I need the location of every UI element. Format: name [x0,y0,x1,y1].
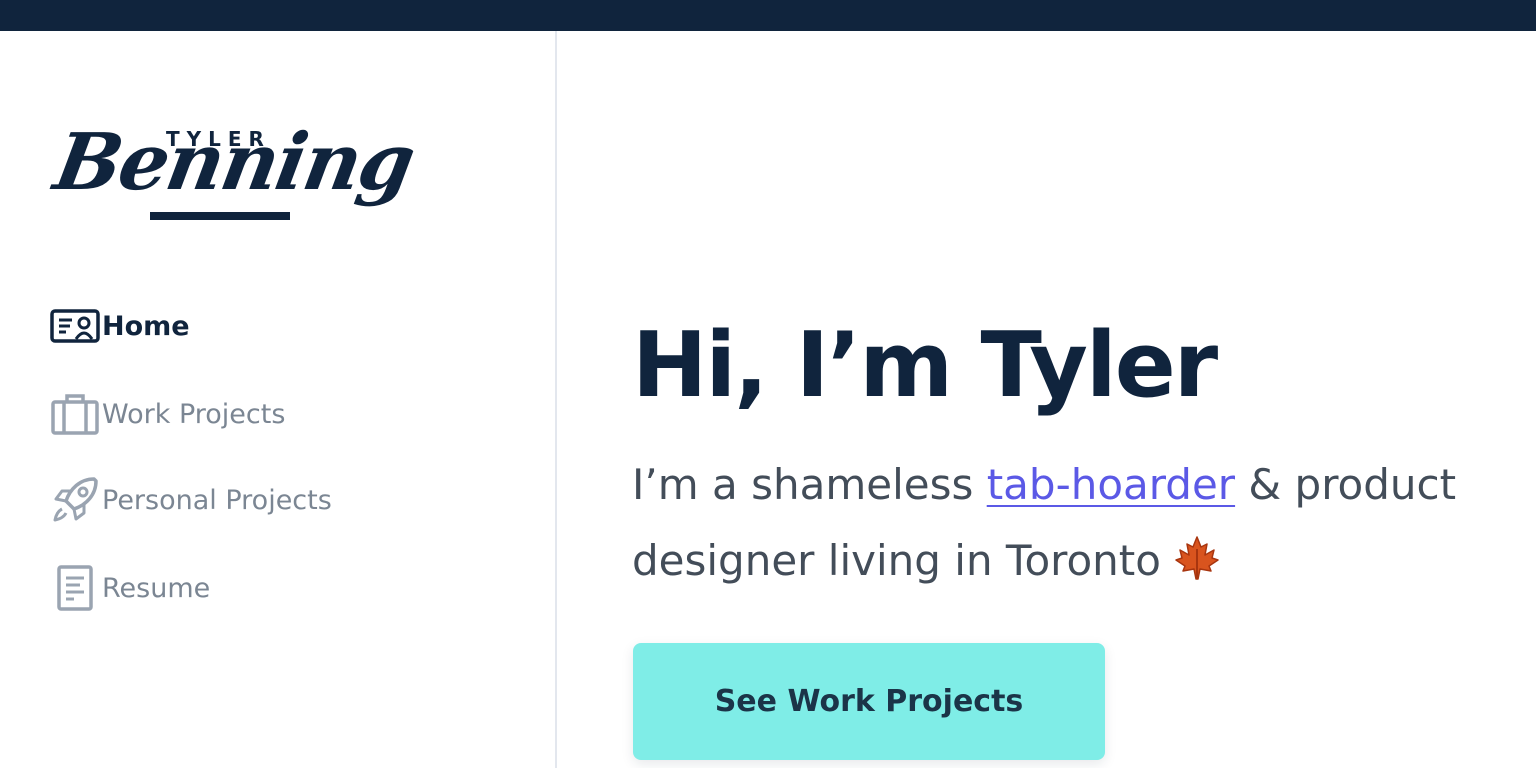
see-work-projects-button[interactable]: See Work Projects [633,643,1105,760]
intro-prefix: I’m a shameless [632,460,987,509]
document-icon [50,563,102,613]
top-bar [0,0,1536,31]
sidebar-item-label: Personal Projects [102,484,332,516]
intro-text: I’m a shameless tab-hoarder & product de… [632,447,1512,605]
sidebar-item-home[interactable]: Home [50,301,470,351]
logo-top-text: TYLER [166,127,271,151]
sidebar-item-label: Resume [102,572,211,604]
sidebar-item-label: Work Projects [102,398,286,430]
maple-leaf-icon [1174,529,1220,605]
tab-hoarder-link[interactable]: tab-hoarder [987,460,1235,509]
logo-underline [150,212,290,220]
sidebar-item-resume[interactable]: Resume [50,563,470,613]
id-card-icon [50,301,102,351]
sidebar-item-work-projects[interactable]: Work Projects [50,389,470,439]
sidebar-item-personal-projects[interactable]: Personal Projects [50,475,470,525]
rocket-icon [50,475,102,525]
site-logo[interactable]: Benning TYLER [48,113,420,241]
page-title: Hi, I’m Tyler [632,313,1218,418]
briefcase-icon [50,389,102,439]
sidebar-item-label: Home [102,310,190,342]
